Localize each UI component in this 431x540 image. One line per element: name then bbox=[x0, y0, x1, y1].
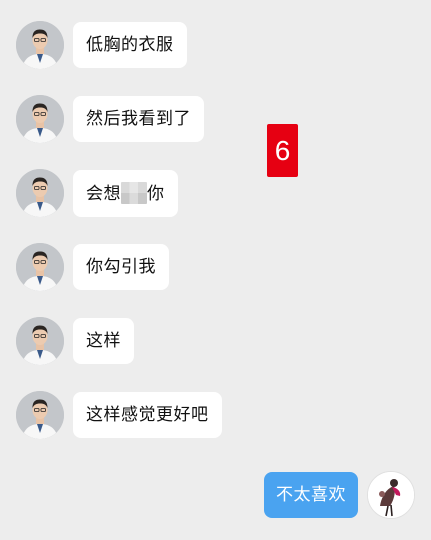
message-bubble[interactable]: 这样感觉更好吧 bbox=[73, 392, 222, 438]
doctor-avatar-icon[interactable] bbox=[16, 169, 64, 217]
doctor-avatar-icon[interactable] bbox=[16, 95, 64, 143]
doctor-avatar-icon[interactable] bbox=[16, 317, 64, 365]
message-row: 你勾引我 bbox=[16, 243, 169, 291]
doctor-avatar-icon[interactable] bbox=[16, 391, 64, 439]
message-text-end: 你 bbox=[147, 183, 165, 204]
message-bubble[interactable]: 这样 bbox=[73, 318, 134, 364]
reply-row: 不太喜欢 bbox=[264, 471, 415, 519]
chat-thread: 低胸的衣服 然后我看到了 会想 你 你勾引我 这样 这样感觉更好吧 不太喜欢 6 bbox=[0, 0, 431, 540]
message-bubble[interactable]: 低胸的衣服 bbox=[73, 22, 187, 68]
message-row: 这样感觉更好吧 bbox=[16, 391, 222, 439]
message-row: 然后我看到了 bbox=[16, 95, 204, 143]
mosaic-blur-icon bbox=[121, 181, 147, 204]
doctor-avatar-icon[interactable] bbox=[16, 243, 64, 291]
user-avatar-icon[interactable] bbox=[367, 471, 415, 519]
message-row: 低胸的衣服 bbox=[16, 21, 187, 69]
message-row: 这样 bbox=[16, 317, 134, 365]
reply-bubble[interactable]: 不太喜欢 bbox=[264, 472, 358, 518]
message-bubble[interactable]: 然后我看到了 bbox=[73, 96, 204, 142]
message-bubble[interactable]: 你勾引我 bbox=[73, 244, 169, 290]
message-text-start: 会想 bbox=[86, 183, 121, 204]
number-badge: 6 bbox=[267, 124, 298, 177]
message-row: 会想 你 bbox=[16, 169, 178, 217]
message-bubble[interactable]: 会想 你 bbox=[73, 169, 178, 217]
doctor-avatar-icon[interactable] bbox=[16, 21, 64, 69]
